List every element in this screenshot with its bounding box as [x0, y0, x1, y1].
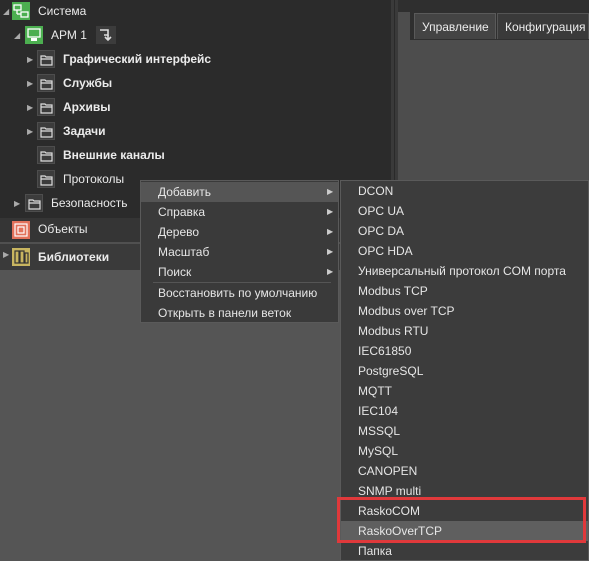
tree-item-label: Внешние каналы	[63, 148, 165, 162]
submenu-arrow-icon: ▶	[327, 227, 334, 236]
submenu-item-label: Modbus RTU	[358, 324, 429, 338]
tree-item-services[interactable]: ▶ Службы	[0, 72, 391, 94]
folder-icon	[37, 74, 55, 92]
expanded-arrow-icon[interactable]: ◢	[14, 25, 20, 47]
menu-item-tree[interactable]: Дерево ▶	[141, 222, 338, 242]
submenu-item-label: Modbus over TCP	[358, 304, 455, 318]
tab-konfiguratsiya[interactable]: Конфигурация	[497, 13, 589, 39]
submenu-arrow-icon: ▶	[327, 207, 334, 216]
tree-item-label: Графический интерфейс	[63, 52, 212, 66]
submenu-item-label: CANOPEN	[358, 464, 418, 478]
submenu-item-label: MQTT	[358, 384, 392, 398]
menu-item-label: Справка	[158, 205, 206, 219]
submenu-item-modbus-rtu[interactable]: Modbus RTU	[341, 321, 588, 341]
libraries-icon	[12, 248, 30, 266]
tree-item-graphic-interface[interactable]: ▶ Графический интерфейс	[0, 48, 391, 70]
submenu-item-mysql[interactable]: MySQL	[341, 441, 588, 461]
tree-item-label: Протоколы	[63, 172, 125, 186]
folder-icon	[37, 122, 55, 140]
context-menu: Добавить ▶ Справка ▶ Дерево ▶ Масштаб ▶ …	[140, 180, 339, 323]
submenu-item-canopen[interactable]: CANOPEN	[341, 461, 588, 481]
submenu-item-modbus-over-tcp[interactable]: Modbus over TCP	[341, 301, 588, 321]
submenu-item-label: IEC61850	[358, 344, 412, 358]
submenu-item-opc-da[interactable]: OPC DA	[341, 221, 588, 241]
menu-item-label: Восстановить по умолчанию	[158, 286, 318, 300]
submenu-item-opc-hda[interactable]: OPC HDA	[341, 241, 588, 261]
submenu-item-label: IEC104	[358, 404, 399, 418]
collapsed-arrow-icon[interactable]: ▶	[27, 97, 33, 119]
submenu-item-label: OPC HDA	[358, 244, 413, 258]
submenu-item-dcon[interactable]: DCON	[341, 181, 588, 201]
tree-item-external-channels[interactable]: Внешние каналы	[0, 144, 391, 166]
folder-icon	[37, 170, 55, 188]
tree-item-tasks[interactable]: ▶ Задачи	[0, 120, 391, 142]
menu-item-open-in-branch-panel[interactable]: Открыть в панели веток	[141, 303, 338, 323]
tree-item-arm1[interactable]: ◢ АРМ 1	[0, 24, 391, 46]
submenu-item-modbus-tcp[interactable]: Modbus TCP	[341, 281, 588, 301]
collapsed-arrow-icon[interactable]: ▶	[3, 250, 9, 259]
expanded-arrow-icon[interactable]: ◢	[3, 1, 9, 23]
folder-icon	[25, 194, 43, 212]
submenu-item-label: OPC DA	[358, 224, 405, 238]
collapsed-arrow-icon[interactable]: ▶	[14, 193, 20, 215]
tree-item-system[interactable]: ◢ Система	[0, 0, 391, 22]
submenu-item-label: MySQL	[358, 444, 399, 458]
tree-item-label: АРМ 1	[51, 28, 87, 42]
menu-item-label: Масштаб	[158, 245, 210, 259]
tree-item-archives[interactable]: ▶ Архивы	[0, 96, 391, 118]
submenu-item-opc-ua[interactable]: OPC UA	[341, 201, 588, 221]
objects-icon	[12, 221, 30, 239]
libraries-label: Библиотеки	[38, 250, 110, 264]
menu-item-label: Открыть в панели веток	[158, 306, 292, 320]
menu-item-restore-default[interactable]: Восстановить по умолчанию	[141, 283, 338, 303]
submenu-arrow-icon: ▶	[327, 187, 334, 196]
menu-item-help[interactable]: Справка ▶	[141, 202, 338, 222]
submenu-item-label: DCON	[358, 184, 394, 198]
collapsed-arrow-icon[interactable]: ▶	[27, 73, 33, 95]
menu-item-label: Добавить	[158, 185, 212, 199]
submenu-item-label: OPC UA	[358, 204, 405, 218]
tree-item-label: Службы	[63, 76, 113, 90]
submenu-item-label: Папка	[358, 544, 392, 558]
submenu-item-mssql[interactable]: MSSQL	[341, 421, 588, 441]
tab-upravlenie[interactable]: Управление	[414, 13, 496, 39]
collapsed-arrow-icon[interactable]: ▶	[27, 121, 33, 143]
tree-item-label: Архивы	[63, 100, 111, 114]
submenu-item-com-port[interactable]: Универсальный протокол COM порта	[341, 261, 588, 281]
objects-label: Объекты	[38, 222, 88, 236]
submenu-item-folder[interactable]: Папка	[341, 541, 588, 561]
submenu-item-label: Modbus TCP	[358, 284, 428, 298]
menu-item-scale[interactable]: Масштаб ▶	[141, 242, 338, 262]
folder-icon	[37, 50, 55, 68]
submenu-item-label: Универсальный протокол COM порта	[358, 264, 566, 278]
workstation-icon	[25, 26, 43, 44]
system-icon	[12, 2, 30, 20]
submenu-item-iec61850[interactable]: IEC61850	[341, 341, 588, 361]
menu-item-add[interactable]: Добавить ▶	[141, 182, 338, 202]
menu-item-label: Поиск	[158, 265, 192, 279]
menu-item-label: Дерево	[158, 225, 200, 239]
folder-icon	[37, 146, 55, 164]
submenu-item-mqtt[interactable]: MQTT	[341, 381, 588, 401]
submenu-item-iec104[interactable]: IEC104	[341, 401, 588, 421]
tree-item-label: Безопасность	[51, 196, 128, 210]
hierarchy-action-icon[interactable]	[96, 26, 116, 44]
tree-item-label: Система	[38, 4, 87, 18]
menu-item-search[interactable]: Поиск ▶	[141, 262, 338, 282]
submenu-item-label: MSSQL	[358, 424, 401, 438]
submenu-item-postgresql[interactable]: PostgreSQL	[341, 361, 588, 381]
submenu-arrow-icon: ▶	[327, 247, 334, 256]
folder-icon	[37, 98, 55, 116]
workspace-header	[398, 0, 589, 12]
submenu-arrow-icon: ▶	[327, 267, 334, 276]
submenu-item-label: PostgreSQL	[358, 364, 424, 378]
tree-item-label: Задачи	[63, 124, 106, 138]
highlight-annotation-box	[337, 497, 586, 543]
collapsed-arrow-icon[interactable]: ▶	[27, 49, 33, 71]
